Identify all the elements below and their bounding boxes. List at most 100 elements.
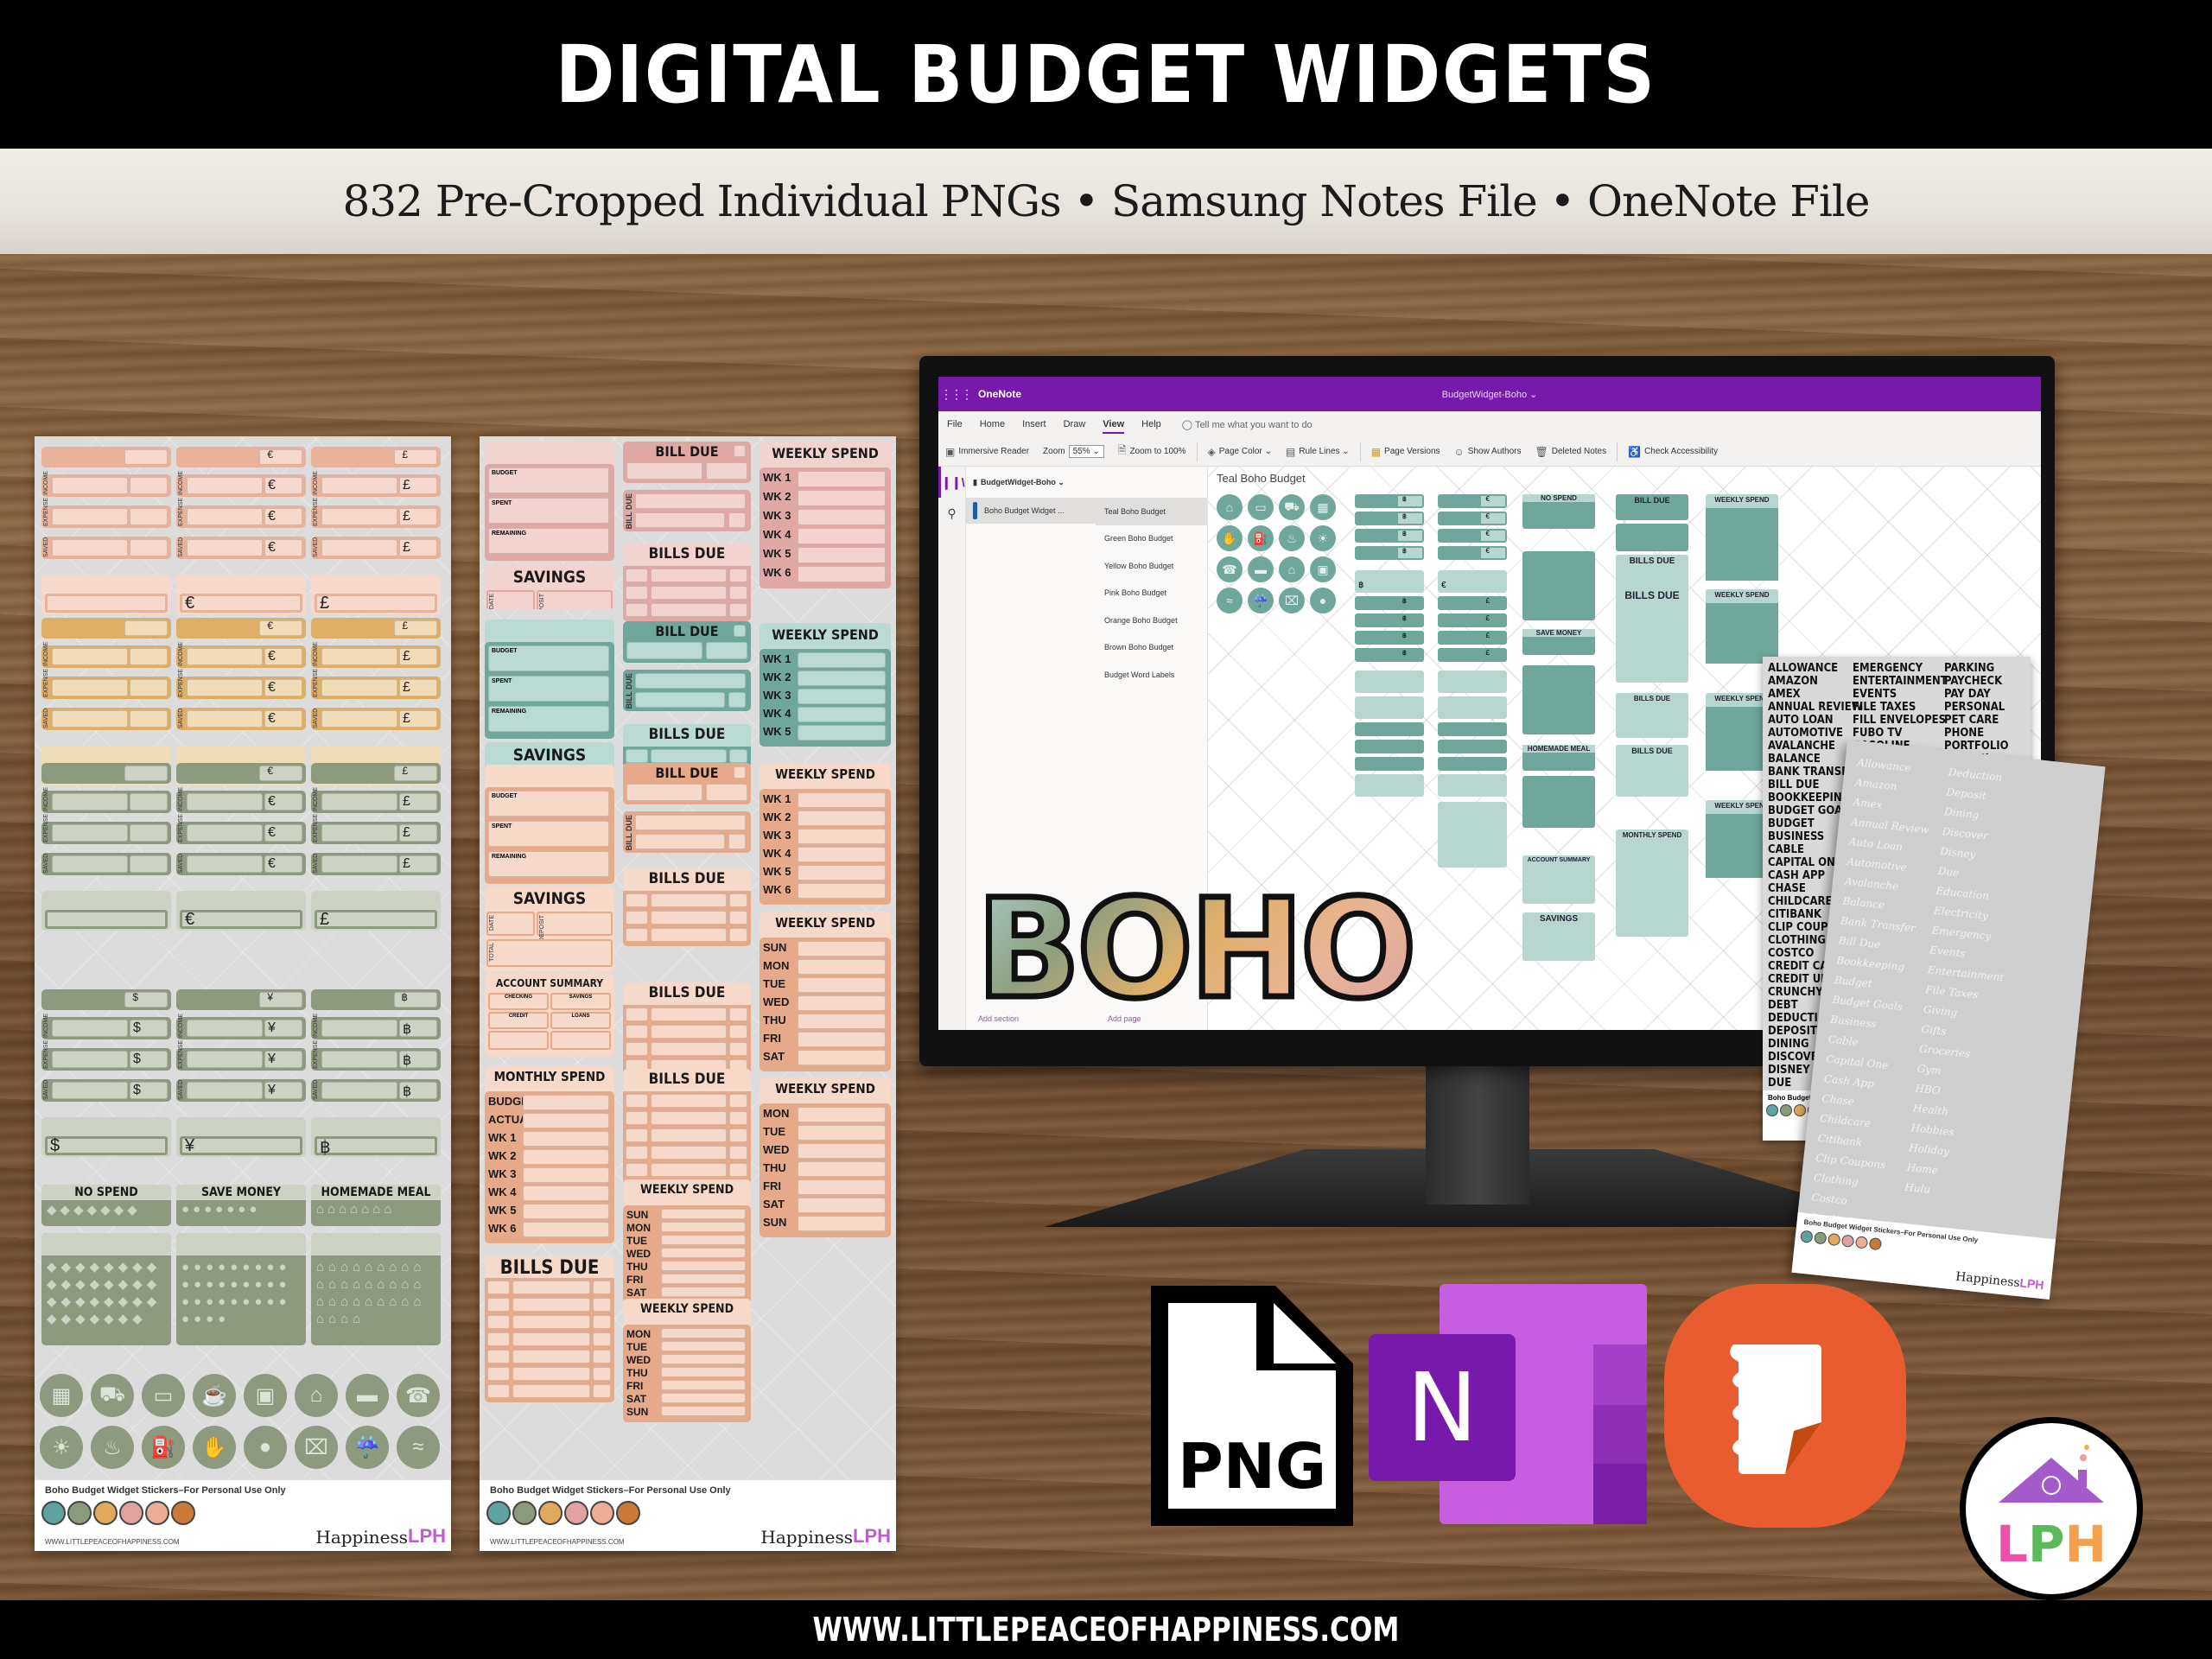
page-item[interactable]: Pink Boho Budget — [1096, 580, 1207, 607]
bills-due-check[interactable] — [729, 569, 747, 582]
bills-due-check[interactable] — [729, 603, 747, 617]
page-item[interactable]: Brown Boho Budget — [1096, 634, 1207, 662]
bills-due-check[interactable] — [729, 911, 747, 925]
page-item[interactable]: Green Boho Budget — [1096, 525, 1207, 553]
bills-due-check[interactable] — [729, 1094, 747, 1108]
amount-field — [187, 855, 263, 873]
show-authors-button[interactable]: ☺ Show Authors — [1447, 446, 1529, 458]
canvas-tracker-title: HOMEMADE MEAL — [1522, 745, 1595, 753]
amount-field — [321, 1051, 397, 1068]
tracker-icons: ●●●●●●● — [181, 1202, 261, 1217]
canvas-icon: ⌧ — [1279, 588, 1305, 613]
deleted-notes-button[interactable]: 🗑 Deleted Notes — [1529, 446, 1614, 458]
spend-row-field — [661, 1367, 746, 1377]
tab-file[interactable]: File — [938, 411, 971, 437]
bills-due-check[interactable] — [729, 586, 747, 600]
bills-due-card: BILLS DUE — [623, 868, 751, 946]
bills-due-check[interactable] — [729, 1128, 747, 1142]
currency-symbol: $ — [50, 1136, 60, 1155]
page-versions-button[interactable]: ▦ Page Versions — [1364, 446, 1447, 458]
spend-row-field — [798, 509, 886, 525]
footer-url[interactable]: WWW.LITTLEPEACEOFHAPPINESS.COM — [813, 1611, 1400, 1649]
notebooks-icon[interactable]: ❙❙\ — [938, 467, 965, 498]
canvas-row: £ — [1438, 596, 1507, 610]
bills-due-check[interactable] — [729, 893, 747, 907]
zoom-100-button[interactable]: 🗎 Zoom to 100% — [1111, 442, 1193, 461]
currency-symbol: ¥ — [268, 1083, 276, 1097]
bills-due-check[interactable] — [593, 1332, 611, 1346]
rule-lines-button[interactable]: ▤ Rule Lines ⌄ — [1279, 446, 1357, 458]
amount-field — [321, 710, 397, 728]
house-icon: ⌂ — [295, 1374, 338, 1417]
spend-row-field — [798, 883, 886, 899]
bills-due-check[interactable] — [593, 1384, 611, 1398]
zoom-select[interactable]: 55% ⌄ — [1068, 445, 1104, 458]
piggy-bank-icon: ● — [244, 1426, 287, 1469]
lph-letters: LPH — [1996, 1515, 2107, 1573]
tell-me-search[interactable]: ◯ Tell me what you want to do — [1182, 419, 1313, 430]
budget-field-label: BUDGET — [492, 793, 518, 799]
tab-insert[interactable]: Insert — [1014, 411, 1055, 437]
page-item[interactable]: Orange Boho Budget — [1096, 607, 1207, 634]
currency-symbol: ฿ — [1402, 530, 1407, 537]
check-accessibility-button[interactable]: ♿ Check Accessibility — [1621, 446, 1725, 458]
tab-help[interactable]: Help — [1133, 411, 1170, 437]
tab-view[interactable]: View — [1094, 411, 1133, 437]
spend-row-label: WK 6 — [488, 1222, 517, 1235]
bills-due-check[interactable] — [729, 928, 747, 942]
spend-row-field — [798, 847, 886, 862]
bills-due-check[interactable] — [729, 1007, 747, 1021]
income-expense-row: EXPENSE — [41, 498, 171, 528]
immersive-reader-button[interactable]: ▣ Immersive Reader — [938, 446, 1036, 458]
currency-symbol: £ — [403, 649, 410, 664]
notebook-selector[interactable]: ▮ BudgetWidget-Boho ⌄ — [966, 467, 1096, 498]
page-item[interactable]: Teal Boho Budget — [1096, 498, 1207, 525]
income-expense-row: SAVED ¥ — [176, 1079, 306, 1102]
amount-field — [321, 508, 397, 525]
row-label: EXPENSE — [43, 668, 49, 697]
spend-row-label: WED — [763, 1143, 790, 1156]
bills-due-check[interactable] — [729, 1146, 747, 1160]
currency-symbol: € — [268, 856, 276, 871]
bills-due-date — [626, 1042, 648, 1056]
budget-field: SPENT — [488, 498, 609, 524]
bills-due-date — [626, 1146, 648, 1160]
page-item[interactable]: Budget Word Labels — [1096, 661, 1207, 689]
tab-home[interactable]: Home — [971, 411, 1014, 437]
bills-due-check[interactable] — [729, 1025, 747, 1039]
savings-total-field: TOTAL — [486, 939, 613, 967]
spend-row-field — [798, 689, 886, 704]
bills-due-check[interactable] — [593, 1298, 611, 1312]
bills-due-check[interactable] — [593, 1350, 611, 1363]
bills-due-check[interactable] — [729, 1042, 747, 1056]
bills-due-check[interactable] — [593, 1367, 611, 1381]
spend-row-label: WED — [626, 1248, 651, 1260]
bills-due-check[interactable] — [729, 1163, 747, 1177]
header-widget: € — [176, 447, 306, 467]
total-field — [315, 910, 437, 929]
canvas-row — [1438, 740, 1507, 753]
canvas-icon: ● — [1310, 588, 1336, 613]
bills-due-check[interactable] — [593, 1315, 611, 1329]
search-icon[interactable]: ⚲ — [938, 498, 965, 529]
currency-symbol: $ — [133, 1020, 141, 1035]
bills-due-check[interactable] — [593, 1281, 611, 1294]
document-title[interactable]: BudgetWidget-Boho ⌄ — [1442, 389, 1538, 400]
amount-field — [187, 1082, 263, 1099]
canvas-total — [1438, 671, 1507, 693]
section-item[interactable]: Boho Budget Widget ... — [966, 498, 1096, 524]
bills-due-name — [512, 1384, 590, 1398]
bill-due-check[interactable] — [734, 625, 746, 637]
bills-due-check[interactable] — [729, 1111, 747, 1125]
page-color-button[interactable]: ◈ Page Color ⌄ — [1201, 446, 1279, 458]
currency-symbol: £ — [403, 509, 410, 524]
row-label: SAVED — [313, 537, 319, 557]
bills-due-check[interactable] — [729, 749, 747, 763]
bill-due-check[interactable] — [734, 445, 746, 457]
tab-draw[interactable]: Draw — [1055, 411, 1095, 437]
income-expense-row: SAVED $ — [41, 1079, 171, 1102]
income-expense-row: EXPENSE ¥ — [176, 1040, 306, 1071]
bill-due-check[interactable] — [734, 766, 746, 779]
app-launcher-icon[interactable]: ⋮⋮⋮ — [938, 387, 973, 402]
page-item[interactable]: Yellow Boho Budget — [1096, 552, 1207, 580]
